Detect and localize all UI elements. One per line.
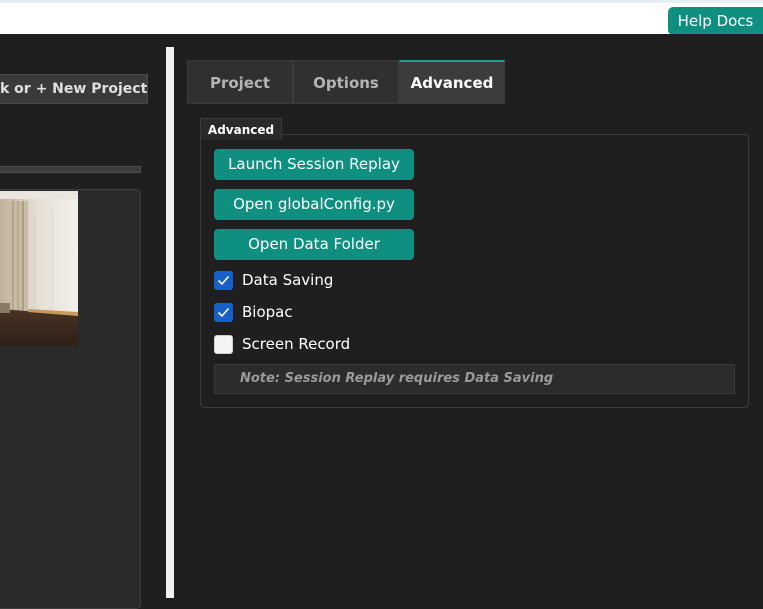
room-preview-image	[0, 191, 78, 346]
open-data-folder-button[interactable]: Open Data Folder	[214, 229, 414, 260]
top-bar: Help Docs	[0, 0, 763, 35]
biopac-checkbox[interactable]	[214, 303, 233, 322]
data-saving-checkbox-row[interactable]: Data Saving	[214, 271, 514, 291]
left-pane: k or + New Project	[0, 34, 166, 609]
tab-advanced[interactable]: Advanced	[399, 60, 505, 104]
open-global-config-button[interactable]: Open globalConfig.py	[214, 189, 414, 220]
biopac-label: Biopac	[242, 303, 293, 321]
checkmark-icon	[217, 275, 230, 286]
session-replay-note: Note: Session Replay requires Data Savin…	[214, 364, 735, 394]
pane-splitter[interactable]	[166, 47, 174, 598]
checkmark-icon	[217, 307, 230, 318]
advanced-group-title: Advanced	[200, 118, 282, 140]
screen-record-checkbox-row[interactable]: Screen Record	[214, 335, 514, 355]
new-project-button[interactable]: k or + New Project	[0, 74, 148, 104]
settings-pane: Project Options Advanced Advanced Launch…	[174, 34, 763, 598]
biopac-checkbox-row[interactable]: Biopac	[214, 303, 514, 323]
help-docs-button[interactable]: Help Docs	[668, 7, 763, 35]
data-saving-checkbox[interactable]	[214, 271, 233, 290]
tab-options[interactable]: Options	[293, 60, 399, 104]
tab-project[interactable]: Project	[187, 60, 293, 104]
progress-track	[0, 166, 141, 173]
screen-record-checkbox[interactable]	[214, 335, 233, 354]
launch-session-replay-button[interactable]: Launch Session Replay	[214, 149, 414, 180]
screen-record-label: Screen Record	[242, 335, 351, 353]
preview-frame	[0, 189, 141, 609]
data-saving-label: Data Saving	[242, 271, 334, 289]
